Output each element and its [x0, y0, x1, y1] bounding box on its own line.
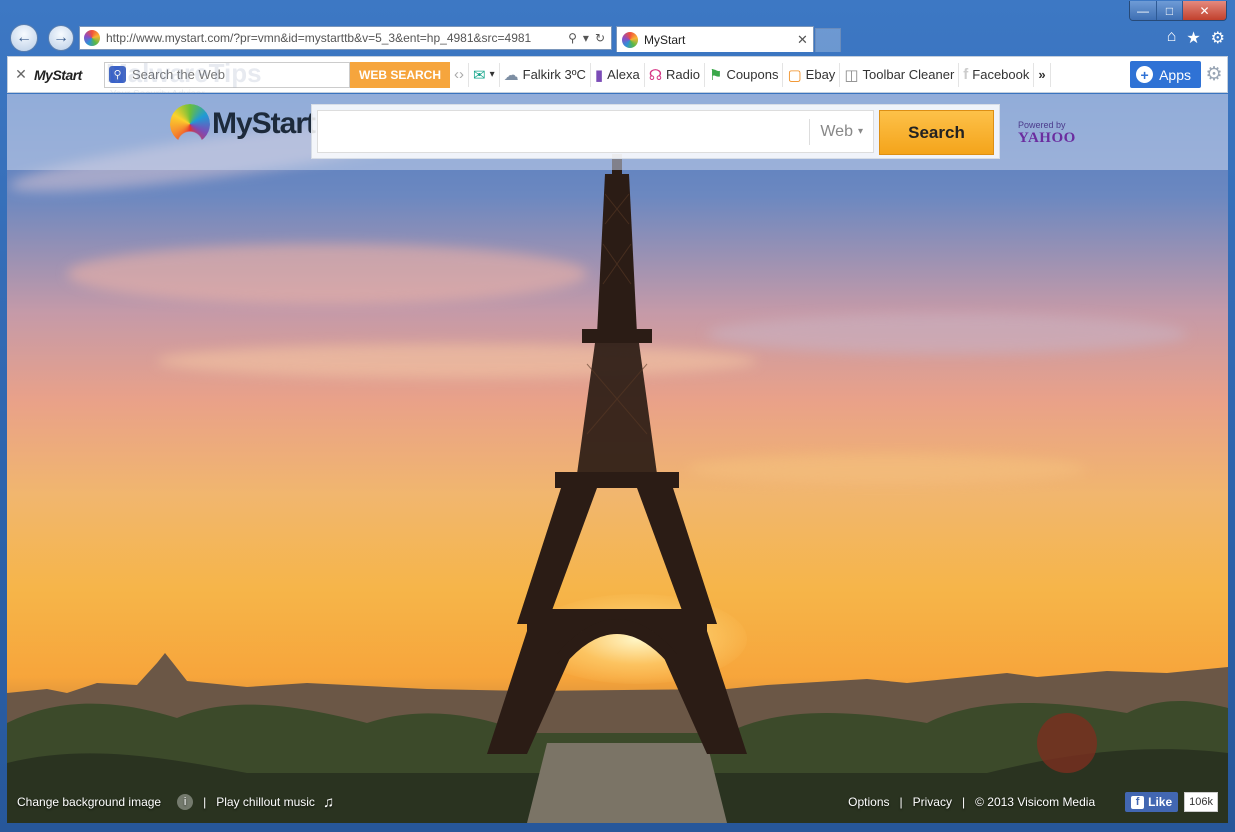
- search-scope-dropdown[interactable]: Web ▾: [809, 118, 873, 145]
- like-count: 106k: [1184, 792, 1218, 812]
- dropdown-icon[interactable]: ▾: [583, 31, 589, 45]
- trash-icon: ◫: [844, 66, 859, 84]
- apps-button[interactable]: + Apps: [1130, 61, 1201, 88]
- maximize-button[interactable]: □: [1156, 1, 1182, 20]
- plus-icon: +: [1136, 66, 1154, 83]
- toolbar-item-cleaner[interactable]: ◫ Toolbar Cleaner: [840, 62, 960, 87]
- mystart-favicon-icon: [622, 31, 638, 48]
- ebay-label: Ebay: [805, 67, 836, 82]
- toolbar-more-button[interactable]: »: [1034, 62, 1051, 87]
- toolbar-item-alexa[interactable]: ▮ Alexa: [591, 62, 645, 87]
- code-brackets-icon: ‹›: [454, 66, 465, 83]
- address-url[interactable]: http://www.mystart.com/?pr=vmn&id=mystar…: [106, 31, 562, 45]
- arrow-left-icon: ←: [16, 29, 32, 46]
- cloud-shape: [687, 454, 1087, 484]
- search-icon[interactable]: ⚲: [568, 31, 577, 45]
- background-photo: [7, 94, 1228, 823]
- powered-by-label: Powered by: [1018, 120, 1066, 130]
- toolbar-resize-handle[interactable]: ‹›: [450, 62, 470, 87]
- like-label: Like: [1148, 795, 1173, 809]
- search-button[interactable]: Search: [879, 110, 994, 155]
- search-scope-label: Web: [820, 122, 853, 140]
- signal-bars-icon: ▮: [594, 66, 604, 84]
- toolbar-item-ebay[interactable]: ▢ Ebay: [783, 62, 841, 87]
- home-icon[interactable]: ⌂: [1167, 28, 1177, 48]
- headphones-icon: ☊: [648, 66, 663, 84]
- tag-icon: ⚑: [708, 66, 723, 84]
- back-button[interactable]: ←: [10, 24, 38, 52]
- alexa-label: Alexa: [607, 67, 640, 82]
- toolbar-item-radio[interactable]: ☊ Radio: [645, 62, 705, 87]
- window-controls: — □ ✕: [1129, 1, 1227, 21]
- facebook-icon: f: [963, 66, 969, 83]
- shopping-basket-icon: ▢: [787, 66, 802, 84]
- arrow-right-icon: →: [53, 29, 69, 46]
- facebook-icon: f: [1131, 795, 1145, 809]
- apps-label: Apps: [1159, 66, 1191, 83]
- toolbar-logo[interactable]: MyStart: [34, 67, 98, 83]
- cloud-rain-icon: ☁: [503, 66, 519, 84]
- page-footer: Change background image i | Play chillou…: [7, 783, 1228, 821]
- close-window-button[interactable]: ✕: [1182, 1, 1226, 20]
- mystart-logo[interactable]: MyStart: [170, 104, 316, 144]
- web-search-button[interactable]: WEB SEARCH: [350, 61, 451, 88]
- mystart-toolbar: ✕ MyStart ⚲ WEB SEARCH ‹› ✉▾ ☁Falkirk 3º…: [7, 56, 1228, 93]
- toolbar-settings-gear-icon[interactable]: ⚙: [1201, 63, 1227, 86]
- navigation-row: ← → http://www.mystart.com/?pr=vmn&id=my…: [0, 22, 1235, 54]
- search-icon: ⚲: [109, 66, 126, 83]
- powered-by-yahoo[interactable]: Powered by YAHOO: [1018, 120, 1076, 147]
- options-link[interactable]: Options: [848, 795, 889, 809]
- eiffel-tower: [487, 154, 747, 754]
- change-background-link[interactable]: Change background image: [17, 795, 161, 809]
- weather-label: Falkirk 3ºC: [522, 67, 586, 82]
- toolbar-search: ⚲: [104, 61, 350, 88]
- mystart-favicon-icon: [84, 30, 100, 46]
- copyright-text: © 2013 Visicom Media: [975, 795, 1096, 809]
- mystart-logo-text: MyStart: [212, 107, 316, 140]
- minimize-button[interactable]: —: [1130, 1, 1156, 20]
- tab-mystart[interactable]: MyStart ✕: [616, 26, 814, 52]
- cloud-shape: [707, 314, 1187, 354]
- tab-title: MyStart: [644, 32, 686, 47]
- info-icon[interactable]: i: [177, 794, 194, 810]
- address-bar[interactable]: http://www.mystart.com/?pr=vmn&id=mystar…: [79, 26, 612, 50]
- envelope-icon: ✉: [473, 66, 486, 84]
- main-search-box: Web ▾ Search: [311, 104, 1000, 159]
- new-tab-button[interactable]: [815, 28, 841, 52]
- favorites-star-icon[interactable]: ★: [1186, 28, 1200, 48]
- tab-close-icon[interactable]: ✕: [797, 32, 813, 48]
- chevron-down-icon: ▾: [489, 69, 495, 80]
- forward-button[interactable]: →: [48, 25, 74, 51]
- toolbar-item-email[interactable]: ✉ ▾: [469, 62, 500, 87]
- toolbar-item-coupons[interactable]: ⚑ Coupons: [705, 62, 784, 87]
- facebook-like-button[interactable]: f Like: [1125, 792, 1179, 812]
- play-music-link[interactable]: Play chillout music: [216, 795, 315, 809]
- yahoo-logo: YAHOO: [1018, 130, 1076, 146]
- toolbar-item-facebook[interactable]: f Facebook: [959, 62, 1035, 87]
- radio-label: Radio: [666, 67, 700, 82]
- footer-separator: |: [203, 795, 207, 809]
- mystart-rays-logo-icon: [170, 104, 210, 144]
- main-search-input[interactable]: [318, 111, 810, 152]
- facebook-label: Facebook: [972, 67, 1030, 82]
- refresh-icon[interactable]: ↻: [595, 31, 605, 45]
- gear-icon[interactable]: ⚙: [1211, 28, 1225, 48]
- browser-window: — □ ✕ ← → http://www.mystart.com/?pr=vmn…: [0, 0, 1235, 832]
- music-note-icon[interactable]: ♫: [323, 794, 334, 811]
- privacy-link[interactable]: Privacy: [913, 795, 952, 809]
- toolbar-cleaner-label: Toolbar Cleaner: [862, 67, 955, 82]
- coupons-label: Coupons: [726, 67, 779, 82]
- footer-separator: |: [899, 795, 903, 809]
- toolbar-close-icon[interactable]: ✕: [8, 66, 34, 83]
- toolbar-item-weather[interactable]: ☁ Falkirk 3ºC: [500, 62, 591, 87]
- chevron-down-icon: ▾: [857, 126, 863, 137]
- toolbar-search-input[interactable]: [132, 67, 349, 82]
- footer-separator: |: [961, 795, 966, 809]
